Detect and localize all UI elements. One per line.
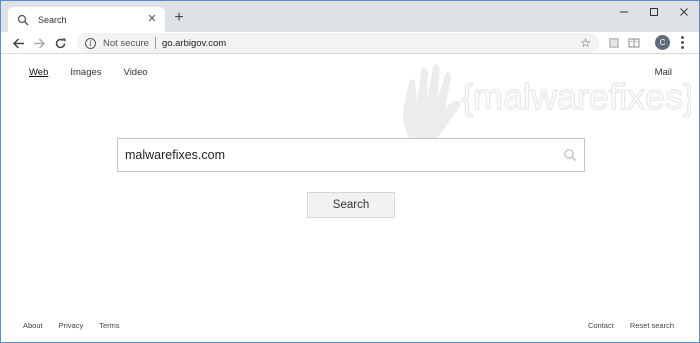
search-button[interactable]: Search [307,192,395,218]
back-arrow-icon[interactable] [10,35,26,51]
close-icon[interactable]: ✕ [145,13,159,27]
search-input[interactable] [125,148,563,162]
reader-extension-icon[interactable] [627,36,641,50]
footer-link-contact[interactable]: Contact [588,321,614,330]
nav-link-images[interactable]: Images [70,67,101,78]
reload-icon[interactable] [52,35,68,51]
maximize-icon[interactable] [639,1,669,23]
divider [154,37,156,49]
tab-search[interactable]: Search ✕ [8,7,165,32]
forward-arrow-icon[interactable] [31,35,47,51]
security-label: Not secure [103,37,149,49]
window-controls [609,1,699,23]
page-content: {malwarefixes} Web Images Video Mail Sea… [1,55,699,342]
browser-toolbar: i Not secure go.arbigov.com ☆ C [1,32,699,54]
magnifier-icon[interactable] [563,148,577,162]
mail-link[interactable]: Mail [655,67,672,78]
window-close-icon[interactable] [669,1,699,23]
footer-right-links: Contact Reset search [588,321,674,330]
footer-link-privacy[interactable]: Privacy [59,321,84,330]
info-icon[interactable]: i [85,37,96,49]
nav-link-web[interactable]: Web [29,67,48,78]
footer-link-terms[interactable]: Terms [99,321,119,330]
minimize-icon[interactable] [609,1,639,23]
profile-avatar[interactable]: C [655,35,670,50]
search-box [117,138,585,172]
new-tab-button[interactable]: + [171,10,187,26]
svg-text:{malwarefixes}: {malwarefixes} [461,76,691,117]
search-icon [16,13,30,27]
top-navigation: Web Images Video [29,67,148,78]
address-bar[interactable]: i Not secure go.arbigov.com ☆ [77,33,599,53]
tab-strip: Search ✕ + [1,1,699,32]
extension-icon[interactable] [607,36,621,50]
footer-link-about[interactable]: About [23,321,43,330]
nav-link-video[interactable]: Video [124,67,148,78]
bookmark-star-icon[interactable]: ☆ [580,36,591,50]
footer-left-links: About Privacy Terms [23,321,120,330]
more-menu-icon[interactable] [677,35,687,50]
tab-title: Search [38,14,67,25]
footer-link-reset-search[interactable]: Reset search [630,321,674,330]
url-text[interactable]: go.arbigov.com [162,38,580,49]
browser-window: Search ✕ + i Not secure go.arbigov.com ☆… [0,0,700,343]
